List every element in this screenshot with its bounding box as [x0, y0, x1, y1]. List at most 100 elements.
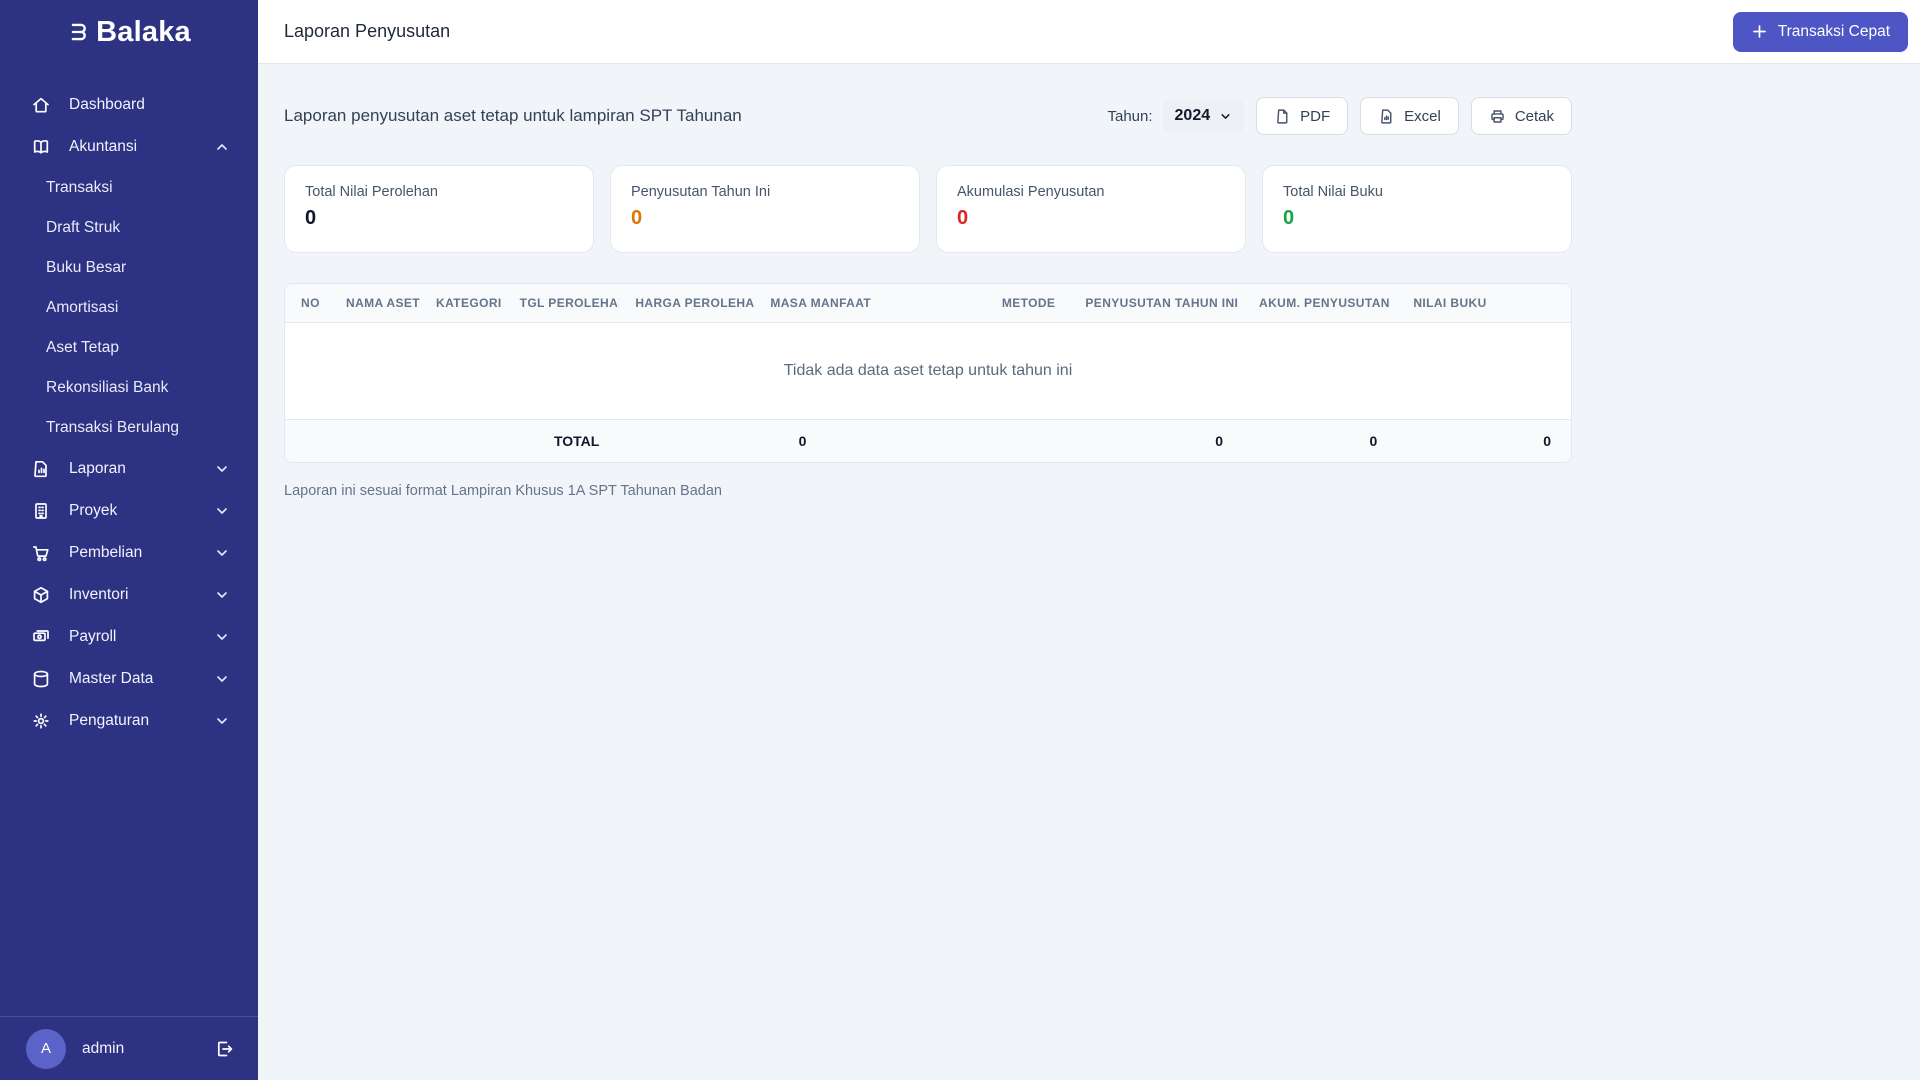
book-open-icon — [30, 136, 52, 158]
empty-state-message: Tidak ada data aset tetap untuk tahun in… — [783, 362, 1073, 379]
card-label: Akumulasi Penyusutan — [957, 184, 1105, 200]
chevron-down-icon — [214, 503, 230, 519]
user-bar: A admin — [0, 1016, 258, 1080]
sidebar-subitem-label: Transaksi — [46, 179, 113, 196]
sidebar-subitem-aset-tetap[interactable]: Aset Tetap — [0, 328, 258, 368]
sidebar-nav: Dashboard Akuntansi Transaksi Draft Stru… — [0, 64, 258, 1016]
col-header-tgl-perolehan: TGL PEROLEHAN — [503, 284, 620, 323]
sidebar-item-label: Master Data — [69, 670, 154, 687]
sidebar-subitem-buku-besar[interactable]: Buku Besar — [0, 248, 258, 288]
sidebar-item-label: Dashboard — [69, 96, 145, 113]
empty-state-row: Tidak ada data aset tetap untuk tahun in… — [285, 323, 1571, 420]
report-footnote: Laporan ini sesuai format Lampiran Khusu… — [284, 483, 722, 499]
sidebar-item-label: Pengaturan — [69, 712, 150, 729]
pdf-button[interactable]: PDF — [1256, 97, 1349, 135]
sidebar-item-laporan[interactable]: Laporan — [0, 448, 258, 490]
sidebar-subitem-label: Draft Struk — [46, 219, 121, 236]
topbar: Laporan Penyusutan Transaksi Cepat — [258, 0, 1920, 64]
report-controls: Tahun: 2024 PDF Excel Cetak — [1107, 97, 1572, 135]
app-logo: Balaka — [0, 0, 258, 64]
sidebar-subitem-rekonsiliasi-bank[interactable]: Rekonsiliasi Bank — [0, 368, 258, 408]
card-value: 0 — [631, 207, 643, 229]
sidebar-item-label: Laporan — [69, 460, 126, 477]
col-header-akum-penyusutan: AKUM. PENYUSUTAN — [1243, 284, 1398, 323]
card-total-nilai-perolehan: Total Nilai Perolehan 0 — [284, 165, 594, 253]
col-header-nama-aset: NAMA ASET — [330, 284, 421, 323]
col-header-masa-manfaat: MASA MANFAAT — [754, 284, 986, 323]
col-header-nilai-buku: NILAI BUKU — [1397, 284, 1571, 323]
chevron-down-icon — [214, 545, 230, 561]
sidebar-subitem-label: Amortisasi — [46, 299, 119, 316]
col-header-no: NO — [285, 284, 330, 323]
avatar: A — [26, 1028, 66, 1069]
chevron-down-icon — [214, 671, 230, 687]
sidebar-subitem-label: Aset Tetap — [46, 339, 119, 356]
year-select[interactable]: 2024 — [1162, 99, 1245, 133]
sidebar-item-master-data[interactable]: Master Data — [0, 658, 258, 700]
document-icon — [1274, 108, 1291, 125]
sidebar-item-payroll[interactable]: Payroll — [0, 616, 258, 658]
plus-icon — [1751, 23, 1768, 40]
sidebar-subitem-transaksi-berulang[interactable]: Transaksi Berulang — [0, 408, 258, 448]
cube-icon — [30, 584, 52, 606]
sidebar-item-proyek[interactable]: Proyek — [0, 490, 258, 532]
table-total-row: TOTAL 0 0 0 0 — [285, 419, 1571, 462]
total-nilai-buku: 0 — [1397, 419, 1571, 462]
excel-button[interactable]: Excel — [1360, 97, 1459, 135]
sidebar-subitem-label: Buku Besar — [46, 259, 127, 276]
cash-icon — [30, 626, 52, 648]
sidebar-item-akuntansi[interactable]: Akuntansi — [0, 126, 258, 168]
card-penyusutan-tahun-ini: Penyusutan Tahun Ini 0 — [610, 165, 920, 253]
balaka-logo-icon — [67, 19, 93, 45]
report-heading: Laporan penyusutan aset tetap untuk lamp… — [284, 106, 742, 125]
database-icon — [30, 668, 52, 690]
table-header-row: NO NAMA ASET KATEGORI TGL PEROLEHAN HARG… — [285, 284, 1571, 323]
sidebar: Balaka Dashboard Akuntansi Transaksi Dra… — [0, 0, 258, 1080]
col-header-kategori: KATEGORI — [420, 284, 504, 323]
total-label: TOTAL — [285, 419, 620, 462]
sidebar-item-label: Proyek — [69, 502, 118, 519]
print-button-label: Cetak — [1514, 107, 1554, 125]
summary-cards: Total Nilai Perolehan 0 Penyusutan Tahun… — [284, 165, 1572, 253]
sidebar-subitem-label: Rekonsiliasi Bank — [46, 379, 169, 396]
card-label: Total Nilai Perolehan — [305, 184, 438, 200]
sidebar-item-pembelian[interactable]: Pembelian — [0, 532, 258, 574]
page-title: Laporan Penyusutan — [284, 21, 451, 41]
chevron-down-icon — [214, 587, 230, 603]
sidebar-item-pengaturan[interactable]: Pengaturan — [0, 700, 258, 742]
report-icon — [30, 458, 52, 480]
report-header-row: Laporan penyusutan aset tetap untuk lamp… — [284, 97, 1572, 135]
card-total-nilai-buku: Total Nilai Buku 0 — [1262, 165, 1572, 253]
chevron-up-icon — [214, 139, 230, 155]
col-header-metode: METODE — [985, 284, 1070, 323]
print-button[interactable]: Cetak — [1470, 97, 1572, 135]
chevron-down-icon — [1219, 110, 1232, 123]
year-select-value: 2024 — [1174, 107, 1211, 124]
chevron-down-icon — [214, 629, 230, 645]
card-value: 0 — [1283, 207, 1295, 229]
card-akumulasi-penyusutan: Akumulasi Penyusutan 0 — [936, 165, 1246, 253]
sidebar-item-label: Pembelian — [69, 544, 143, 561]
building-icon — [30, 500, 52, 522]
sidebar-subitem-draft-struk[interactable]: Draft Struk — [0, 208, 258, 248]
pdf-button-label: PDF — [1300, 107, 1331, 125]
chevron-down-icon — [214, 713, 230, 729]
total-akum-penyusutan: 0 — [1243, 419, 1398, 462]
quick-transaction-button[interactable]: Transaksi Cepat — [1732, 11, 1908, 52]
sidebar-subitem-transaksi[interactable]: Transaksi — [0, 168, 258, 208]
content: Laporan penyusutan aset tetap untuk lamp… — [258, 64, 1920, 532]
depreciation-table: NO NAMA ASET KATEGORI TGL PEROLEHAN HARG… — [284, 283, 1572, 463]
sidebar-item-dashboard[interactable]: Dashboard — [0, 84, 258, 126]
user-name: admin — [82, 1039, 125, 1057]
total-harga-perolehan: 0 — [619, 419, 986, 462]
sidebar-item-label: Payroll — [69, 628, 117, 645]
home-icon — [30, 94, 52, 116]
app-name: Balaka — [96, 15, 191, 48]
card-value: 0 — [957, 207, 969, 229]
total-metode-spacer — [985, 419, 1070, 462]
sidebar-item-inventori[interactable]: Inventori — [0, 574, 258, 616]
logout-icon[interactable] — [210, 1035, 238, 1063]
sidebar-subitem-amortisasi[interactable]: Amortisasi — [0, 288, 258, 328]
cart-icon — [30, 542, 52, 564]
quick-transaction-label: Transaksi Cepat — [1777, 22, 1890, 40]
